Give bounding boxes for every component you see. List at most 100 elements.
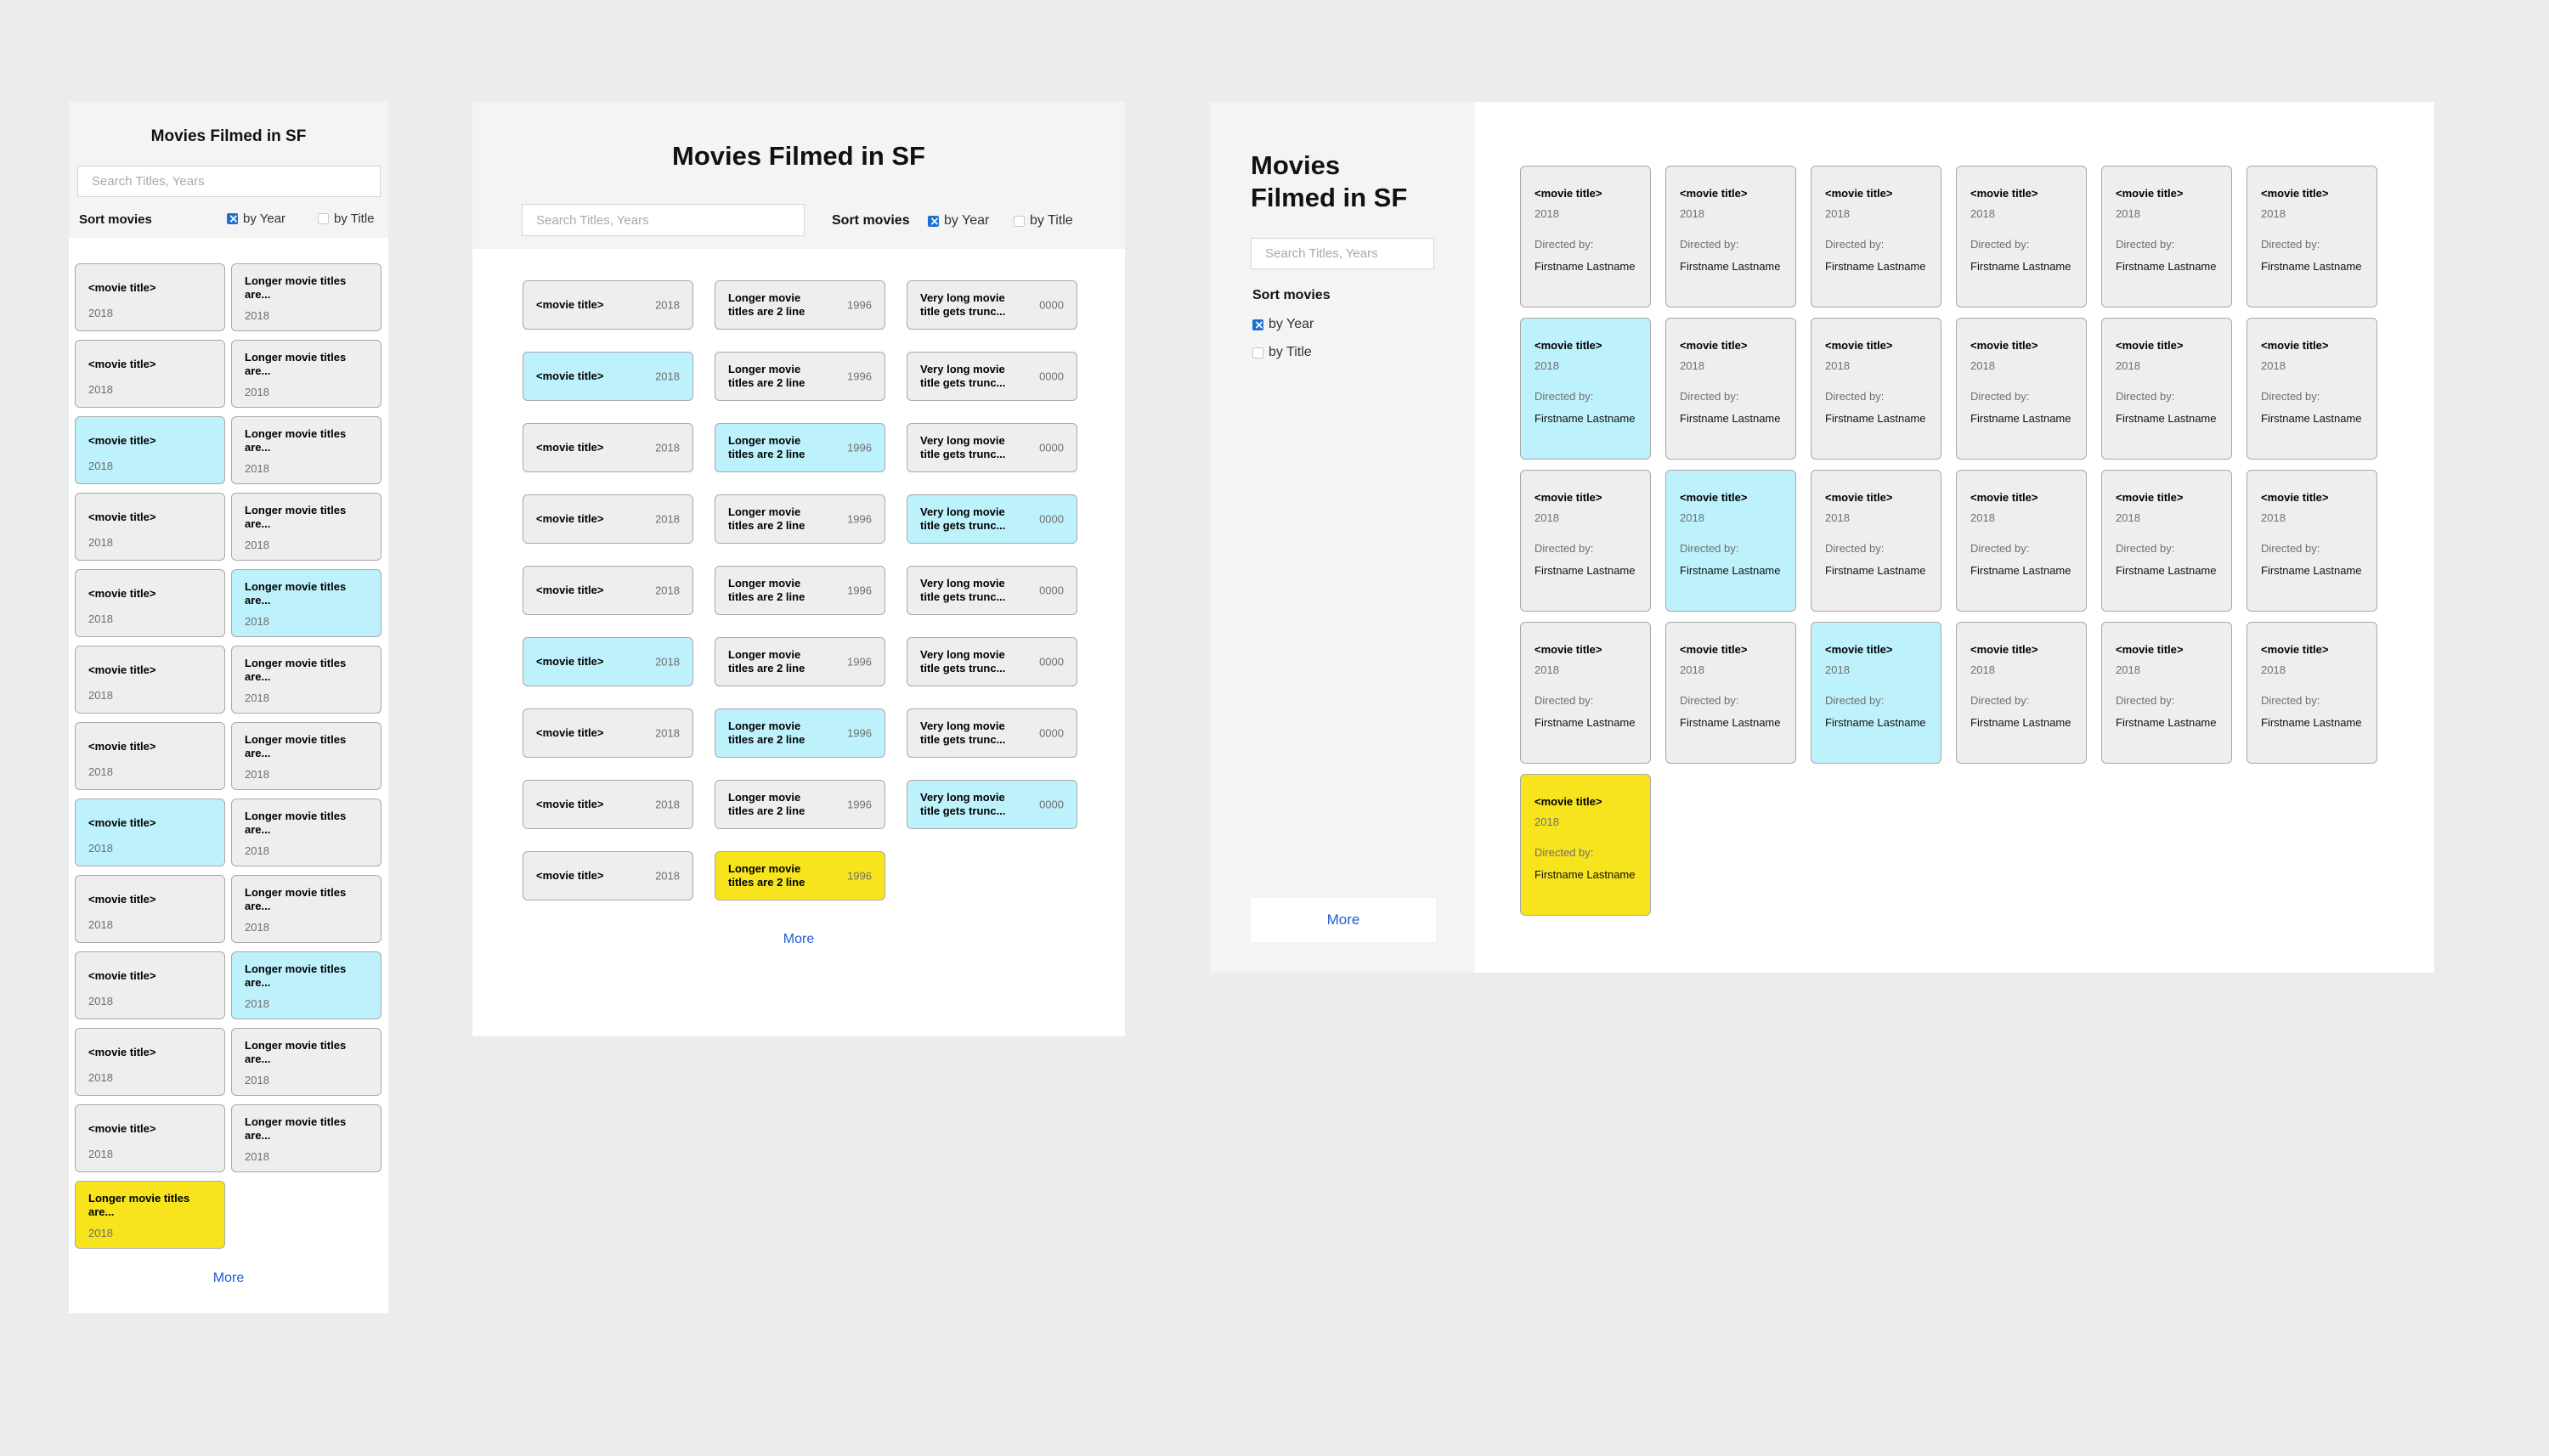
movie-card[interactable]: Very long movie title gets trunc... 0000 (907, 494, 1077, 544)
sort-by-title-option[interactable]: by Title (1014, 213, 1073, 229)
movie-card[interactable]: <movie title> 2018 Directed by: Firstname L… (2247, 470, 2377, 612)
movie-card[interactable]: <movie title> 2018 (75, 799, 225, 866)
movie-card[interactable]: <movie title> 2018 Directed by: Firstname L… (2247, 318, 2377, 460)
sort-by-year-option[interactable]: by Year (227, 212, 285, 227)
movie-card[interactable]: Longer movie titles are... 2018 (231, 569, 382, 637)
movie-card[interactable]: <movie title> 2018 Directed by: Firstname L… (1665, 470, 1796, 612)
sort-by-year-option[interactable]: by Year (1252, 317, 1314, 333)
movie-card[interactable]: <movie title> 2018 (523, 780, 693, 829)
movie-card[interactable]: <movie title> 2018 Directed by: Firstname L… (1520, 470, 1651, 612)
movie-card[interactable]: <movie title> 2018 Directed by: Firstname L… (1811, 318, 1941, 460)
movie-card[interactable]: <movie title> 2018 Directed by: Firstname L… (1956, 470, 2087, 612)
movie-card[interactable]: <movie title> 2018 Directed by: Firstname L… (1665, 166, 1796, 308)
movie-card[interactable]: Very long movie title gets trunc... 0000 (907, 566, 1077, 615)
movie-card[interactable]: <movie title> 2018 (75, 875, 225, 943)
director-name: Firstname Lastname (2116, 564, 2217, 577)
movie-card[interactable]: Very long movie title gets trunc... 0000 (907, 780, 1077, 829)
movie-card[interactable]: <movie title> 2018 Directed by: Firstname L… (2101, 318, 2232, 460)
movie-card[interactable]: Very long movie title gets trunc... 0000 (907, 280, 1077, 330)
sort-by-title-option[interactable]: by Title (318, 212, 375, 226)
movie-card[interactable]: Longer movie titles are 2 line 1996 (715, 637, 885, 686)
movie-card[interactable]: <movie title> 2018 (523, 637, 693, 686)
movie-card[interactable]: Longer movie titles are... 2018 (231, 722, 382, 790)
movie-card[interactable]: <movie title> 2018 Directed by: Firstname L… (2247, 166, 2377, 308)
movie-card[interactable]: <movie title> 2018 Directed by: Firstname L… (1811, 166, 1941, 308)
movie-card[interactable]: <movie title> 2018 (75, 569, 225, 637)
directed-by-label: Directed by: (1825, 238, 1885, 251)
movie-card[interactable]: <movie title> 2018 (523, 708, 693, 758)
movie-card[interactable]: <movie title> 2018 (523, 494, 693, 544)
movie-card[interactable]: <movie title> 2018 Directed by: Firstname L… (1956, 166, 2087, 308)
movie-year: 2018 (1825, 359, 1850, 372)
search-input[interactable] (1251, 238, 1434, 269)
movie-card[interactable]: Longer movie titles are 2 line 1996 (715, 280, 885, 330)
movie-card[interactable]: <movie title> 2018 Directed by: Firstname L… (1956, 622, 2087, 764)
movie-card[interactable]: <movie title> 2018 (523, 851, 693, 900)
movie-card[interactable]: Longer movie titles are... 2018 (231, 416, 382, 484)
movie-card[interactable]: Longer movie titles are... 2018 (231, 799, 382, 866)
movie-card[interactable]: Longer movie titles are 2 line 1996 (715, 423, 885, 472)
search-input[interactable] (522, 204, 805, 236)
movie-card[interactable]: <movie title> 2018 Directed by: Firstname L… (2101, 166, 2232, 308)
movie-card[interactable]: <movie title> 2018 (523, 566, 693, 615)
movie-card[interactable]: Longer movie titles are 2 line 1996 (715, 352, 885, 401)
movie-card[interactable]: <movie title> 2018 (75, 1104, 225, 1172)
movie-card[interactable]: <movie title> 2018 Directed by: Firstname L… (1811, 470, 1941, 612)
movie-year: 2018 (88, 307, 113, 319)
movie-card[interactable]: <movie title> 2018 (75, 1028, 225, 1096)
movie-card[interactable]: Very long movie title gets trunc... 0000 (907, 352, 1077, 401)
movie-card[interactable]: <movie title> 2018 (75, 951, 225, 1019)
movie-card[interactable]: <movie title> 2018 (75, 493, 225, 561)
more-button[interactable]: More (1251, 898, 1436, 942)
movie-card[interactable]: Longer movie titles are... 2018 (231, 951, 382, 1019)
movie-card[interactable]: Longer movie titles are 2 line 1996 (715, 851, 885, 900)
movie-year: 2018 (2116, 359, 2140, 372)
movie-card[interactable]: Longer movie titles are... 2018 (231, 1104, 382, 1172)
movie-title: Very long movie title gets trunc... (920, 505, 1006, 532)
movie-card[interactable]: <movie title> 2018 Directed by: Firstname L… (1520, 166, 1651, 308)
movie-card[interactable]: <movie title> 2018 Directed by: Firstname L… (2247, 622, 2377, 764)
movie-card[interactable]: Longer movie titles are... 2018 (75, 1181, 225, 1249)
movie-card[interactable]: Longer movie titles are... 2018 (231, 1028, 382, 1096)
movie-card[interactable]: <movie title> 2018 Directed by: Firstname L… (1520, 318, 1651, 460)
movie-card[interactable]: <movie title> 2018 (523, 423, 693, 472)
movie-card[interactable]: <movie title> 2018 (75, 722, 225, 790)
movie-card[interactable]: <movie title> 2018 (75, 416, 225, 484)
checkbox-checked-icon[interactable] (928, 214, 940, 229)
movie-card[interactable]: <movie title> 2018 Directed by: Firstname L… (1665, 318, 1796, 460)
movie-card[interactable]: <movie title> 2018 Directed by: Firstname L… (1811, 622, 1941, 764)
movie-card[interactable]: Very long movie title gets trunc... 0000 (907, 708, 1077, 758)
checkbox-unchecked-icon[interactable] (1252, 347, 1263, 358)
movie-card[interactable]: Longer movie titles are 2 line 1996 (715, 708, 885, 758)
movie-card[interactable]: <movie title> 2018 (75, 340, 225, 408)
checkbox-checked-icon[interactable] (1252, 318, 1264, 333)
movie-card[interactable]: Longer movie titles are... 2018 (231, 646, 382, 714)
sort-by-title-option[interactable]: by Title (1252, 345, 1312, 360)
checkbox-checked-icon[interactable] (227, 212, 239, 227)
search-input[interactable] (77, 166, 381, 197)
movie-card[interactable]: <movie title> 2018 (523, 352, 693, 401)
movie-card[interactable]: <movie title> 2018 (75, 263, 225, 331)
movie-card[interactable]: Very long movie title gets trunc... 0000 (907, 423, 1077, 472)
checkbox-unchecked-icon[interactable] (1014, 215, 1025, 227)
movie-card[interactable]: Very long movie title gets trunc... 0000 (907, 637, 1077, 686)
movie-card[interactable]: Longer movie titles are... 2018 (231, 875, 382, 943)
more-link[interactable]: More (69, 1271, 388, 1286)
movie-card[interactable]: <movie title> 2018 Directed by: Firstname L… (1520, 622, 1651, 764)
movie-card[interactable]: <movie title> 2018 (523, 280, 693, 330)
movie-card[interactable]: <movie title> 2018 Directed by: Firstname L… (1956, 318, 2087, 460)
checkbox-unchecked-icon[interactable] (318, 213, 329, 224)
movie-card[interactable]: Longer movie titles are... 2018 (231, 340, 382, 408)
movie-card[interactable]: Longer movie titles are... 2018 (231, 263, 382, 331)
movie-card[interactable]: Longer movie titles are 2 line 1996 (715, 566, 885, 615)
movie-card[interactable]: <movie title> 2018 Directed by: Firstname L… (1665, 622, 1796, 764)
movie-card[interactable]: <movie title> 2018 (75, 646, 225, 714)
movie-card[interactable]: Longer movie titles are... 2018 (231, 493, 382, 561)
more-link[interactable]: More (472, 932, 1125, 947)
movie-card[interactable]: <movie title> 2018 Directed by: Firstname L… (2101, 470, 2232, 612)
movie-card[interactable]: Longer movie titles are 2 line 1996 (715, 780, 885, 829)
sort-by-year-option[interactable]: by Year (928, 213, 989, 229)
movie-card[interactable]: <movie title> 2018 Directed by: Firstname L… (2101, 622, 2232, 764)
movie-card[interactable]: Longer movie titles are 2 line 1996 (715, 494, 885, 544)
movie-card[interactable]: <movie title> 2018 Directed by: Firstname L… (1520, 774, 1651, 916)
